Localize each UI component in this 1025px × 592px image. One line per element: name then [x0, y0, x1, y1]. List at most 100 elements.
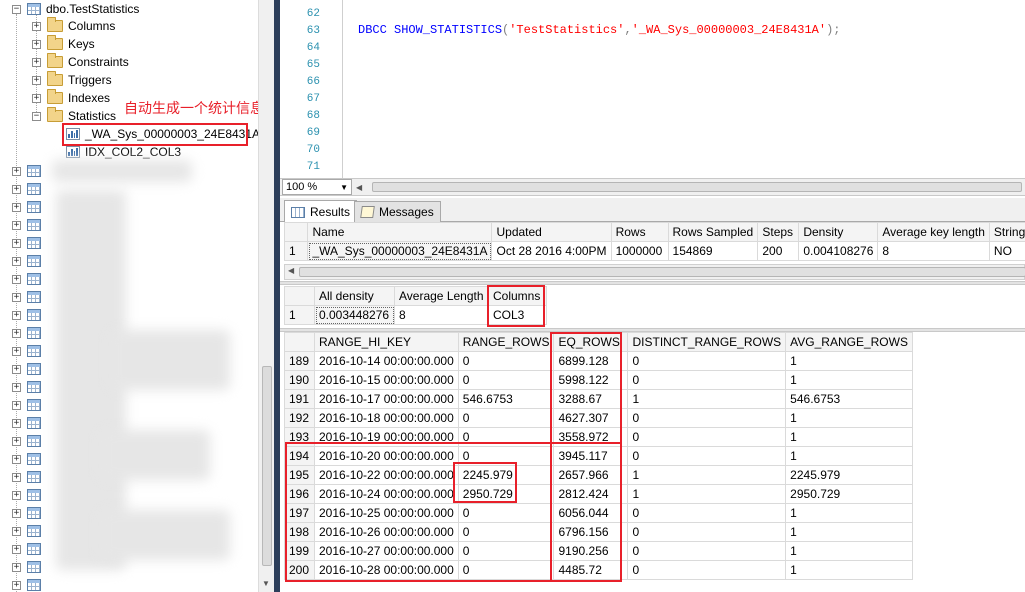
grid-cell[interactable]: 6056.044: [553, 503, 629, 523]
column-header[interactable]: DISTINCT_RANGE_ROWS: [627, 332, 787, 352]
grid-cell[interactable]: 2657.966: [553, 465, 629, 485]
table-row[interactable]: 1 _WA_Sys_00000003_24E8431A Oct 28 2016 …: [283, 241, 1025, 261]
grid-cell[interactable]: 0: [627, 351, 787, 371]
row-number[interactable]: 194: [284, 446, 315, 466]
grid-cell[interactable]: 2950.729: [785, 484, 913, 504]
grid-cell[interactable]: NO: [988, 241, 1025, 261]
grid-cell[interactable]: 0.003448276: [314, 305, 395, 325]
table-row[interactable]: 1 0.003448276 8 COL3: [284, 305, 547, 325]
table-row[interactable]: 200 2016-10-28 00:00:00.000 0 4485.72 0 1: [284, 560, 913, 580]
tree-node-table[interactable]: +: [12, 468, 46, 486]
expand-icon[interactable]: +: [12, 472, 21, 482]
grid-cell[interactable]: 4485.72: [553, 560, 629, 580]
grid-cell[interactable]: 1: [627, 465, 787, 485]
row-number[interactable]: 189: [284, 351, 315, 371]
column-header[interactable]: Rows: [610, 222, 669, 242]
column-header[interactable]: Average Length: [394, 286, 489, 306]
grid-cell[interactable]: 1: [627, 484, 787, 504]
scroll-left-icon[interactable]: ◀: [288, 266, 294, 275]
grid-cell[interactable]: 2016-10-27 00:00:00.000: [314, 541, 459, 561]
grid-cell[interactable]: 2245.979: [785, 465, 913, 485]
grid-cell[interactable]: 0: [627, 446, 787, 466]
scrollbar-thumb[interactable]: [372, 182, 1022, 192]
column-header[interactable]: String I: [988, 222, 1025, 242]
row-number[interactable]: 200: [284, 560, 315, 580]
grid-cell[interactable]: 2812.424: [553, 484, 629, 504]
table-row[interactable]: 189 2016-10-14 00:00:00.000 0 6899.128 0 1: [284, 351, 913, 371]
table-row[interactable]: 191 2016-10-17 00:00:00.000 546.6753 3288.6…: [284, 389, 913, 409]
grid-cell[interactable]: 0: [627, 370, 787, 390]
table-row[interactable]: 190 2016-10-15 00:00:00.000 0 5998.122 0 1: [284, 370, 913, 390]
tree-node-table[interactable]: +: [12, 396, 46, 414]
row-number[interactable]: 190: [284, 370, 315, 390]
grid-cell[interactable]: 2016-10-22 00:00:00.000: [314, 465, 459, 485]
column-header[interactable]: EQ_ROWS: [553, 332, 629, 352]
grid-cell[interactable]: _WA_Sys_00000003_24E8431A: [307, 241, 493, 261]
grid-cell[interactable]: 8: [394, 305, 489, 325]
tree-node-table[interactable]: +: [12, 576, 46, 592]
tree-statistic-index[interactable]: IDX_COL2_COL3: [66, 143, 181, 161]
tree-node-table[interactable]: +: [12, 432, 46, 450]
row-number[interactable]: 198: [284, 522, 315, 542]
expand-icon[interactable]: +: [12, 166, 21, 176]
grid-cell[interactable]: 546.6753: [785, 389, 913, 409]
grid-cell[interactable]: 0: [627, 503, 787, 523]
table-row[interactable]: 194 2016-10-20 00:00:00.000 0 3945.117 0 1: [284, 446, 913, 466]
grid-cell[interactable]: 2016-10-28 00:00:00.000: [314, 560, 459, 580]
tree-node-table[interactable]: +: [12, 504, 46, 522]
row-number[interactable]: 191: [284, 389, 315, 409]
row-number[interactable]: 199: [284, 541, 315, 561]
histogram-result-grid[interactable]: RANGE_HI_KEY RANGE_ROWS EQ_ROWS DISTINCT…: [284, 332, 913, 580]
scroll-left-icon[interactable]: ◀: [356, 183, 362, 192]
header-result-grid[interactable]: Name Updated Rows Rows Sampled Steps Den…: [283, 222, 1025, 261]
tab-messages[interactable]: Messages: [354, 201, 441, 222]
tree-folder-constraints[interactable]: + Constraints: [32, 53, 129, 71]
grid-cell[interactable]: 0: [457, 541, 555, 561]
expand-icon[interactable]: +: [32, 21, 41, 31]
grid-cell[interactable]: 2950.729: [457, 484, 555, 504]
grid-cell[interactable]: 0: [627, 541, 787, 561]
tree-node-table[interactable]: +: [12, 180, 46, 198]
column-header[interactable]: Updated: [491, 222, 612, 242]
expand-icon[interactable]: +: [12, 364, 21, 374]
grid-cell[interactable]: 2016-10-20 00:00:00.000: [314, 446, 459, 466]
column-header[interactable]: Name: [307, 222, 493, 242]
expand-icon[interactable]: +: [12, 310, 21, 320]
grid-cell[interactable]: 2016-10-14 00:00:00.000: [314, 351, 459, 371]
tree-statistic-auto[interactable]: _WA_Sys_00000003_24E8431A: [66, 125, 258, 143]
column-header[interactable]: RANGE_HI_KEY: [314, 332, 459, 352]
expand-icon[interactable]: +: [12, 220, 21, 230]
grid-cell[interactable]: 0: [627, 522, 787, 542]
row-number[interactable]: 197: [284, 503, 315, 523]
column-header[interactable]: Rows Sampled: [667, 222, 759, 242]
tree-node-table[interactable]: +: [12, 162, 46, 180]
table-row[interactable]: 198 2016-10-26 00:00:00.000 0 6796.156 0 1: [284, 522, 913, 542]
grid-cell[interactable]: 0: [457, 408, 555, 428]
expand-icon[interactable]: +: [12, 508, 21, 518]
scroll-down-icon[interactable]: ▼: [262, 579, 270, 588]
collapse-icon[interactable]: −: [32, 111, 41, 121]
grid-cell[interactable]: 2016-10-18 00:00:00.000: [314, 408, 459, 428]
expand-icon[interactable]: +: [32, 57, 41, 67]
table-row[interactable]: 195 2016-10-22 00:00:00.000 2245.979 2657.9…: [284, 465, 913, 485]
expand-icon[interactable]: +: [12, 184, 21, 194]
grid-cell[interactable]: 2016-10-19 00:00:00.000: [314, 427, 459, 447]
table-row[interactable]: 192 2016-10-18 00:00:00.000 0 4627.307 0 1: [284, 408, 913, 428]
tree-node-table[interactable]: +: [12, 360, 46, 378]
tree-node-table[interactable]: +: [12, 414, 46, 432]
table-row[interactable]: 193 2016-10-19 00:00:00.000 0 3558.972 0 1: [284, 427, 913, 447]
editor-horizontal-scrollbar[interactable]: [372, 180, 1022, 194]
grid-cell[interactable]: 200: [757, 241, 800, 261]
expand-icon[interactable]: +: [12, 292, 21, 302]
scrollbar-thumb[interactable]: [299, 267, 1025, 277]
grid-cell[interactable]: 1: [785, 427, 913, 447]
tree-node-table[interactable]: +: [12, 270, 46, 288]
table-row[interactable]: 197 2016-10-25 00:00:00.000 0 6056.044 0 1: [284, 503, 913, 523]
grid-cell[interactable]: 2016-10-25 00:00:00.000: [314, 503, 459, 523]
grid-cell[interactable]: 154869: [667, 241, 759, 261]
expand-icon[interactable]: +: [12, 526, 21, 536]
tree-node-table[interactable]: − dbo.TestStatistics: [12, 0, 139, 18]
expand-icon[interactable]: +: [12, 436, 21, 446]
expand-icon[interactable]: +: [12, 382, 21, 392]
grid-cell[interactable]: 1: [785, 560, 913, 580]
